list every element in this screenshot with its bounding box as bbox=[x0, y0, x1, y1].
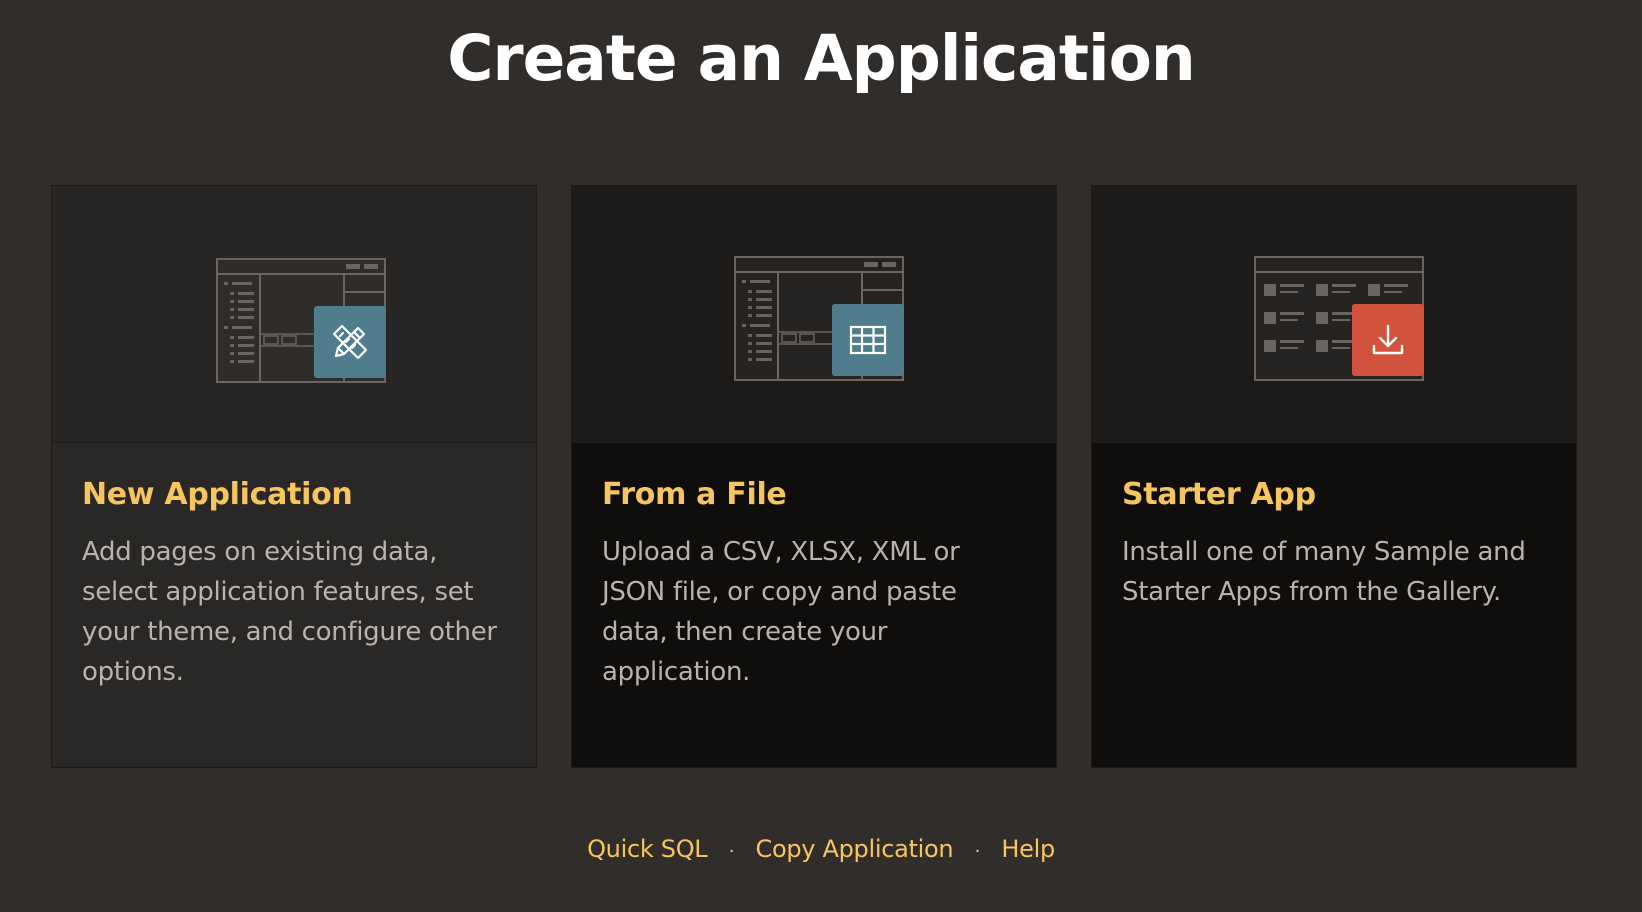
card-description: Add pages on existing data, select appli… bbox=[82, 537, 497, 687]
download-icon bbox=[1372, 324, 1404, 355]
footer-separator: · bbox=[728, 841, 735, 862]
card-title: From a File bbox=[602, 477, 787, 512]
create-options: New Application Add pages on existing da… bbox=[51, 185, 1577, 768]
footer-separator: · bbox=[974, 841, 981, 862]
help-link[interactable]: Help bbox=[1001, 835, 1055, 863]
from-a-file-card[interactable]: From a File Upload a CSV, XLSX, XML or J… bbox=[571, 185, 1057, 768]
card-description: Install one of many Sample and Starter A… bbox=[1122, 537, 1526, 607]
starter-app-card[interactable]: Starter App Install one of many Sample a… bbox=[1091, 185, 1577, 768]
badge-design bbox=[314, 306, 386, 378]
copy-application-link[interactable]: Copy Application bbox=[755, 835, 953, 863]
quick-sql-link[interactable]: Quick SQL bbox=[587, 835, 708, 863]
card-illustration bbox=[52, 186, 536, 443]
card-description: Upload a CSV, XLSX, XML or JSON file, or… bbox=[602, 537, 960, 687]
page-title: Create an Application bbox=[447, 22, 1195, 95]
table-grid-icon bbox=[849, 325, 887, 355]
badge-download bbox=[1352, 304, 1424, 376]
new-application-card[interactable]: New Application Add pages on existing da… bbox=[51, 185, 537, 768]
footer-links: Quick SQL · Copy Application · Help bbox=[0, 835, 1642, 863]
card-illustration bbox=[572, 186, 1056, 443]
pencil-ruler-icon bbox=[332, 324, 368, 360]
card-illustration bbox=[1092, 186, 1576, 443]
badge-file bbox=[832, 304, 904, 376]
card-title: Starter App bbox=[1122, 477, 1316, 512]
card-title: New Application bbox=[82, 477, 353, 512]
